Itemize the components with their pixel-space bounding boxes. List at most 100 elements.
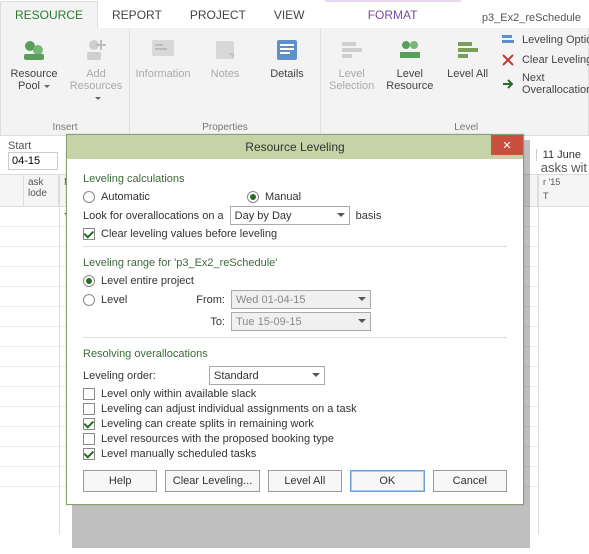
ribbon-group-properties: Information Notes Details Properties xyxy=(130,28,321,135)
level-resource-button[interactable]: Level Resource xyxy=(384,32,435,94)
leveling-options-button[interactable]: Leveling Options xyxy=(500,32,589,48)
information-label: Information xyxy=(135,68,190,80)
context-tool-group: GANTT CHART TOOLS FORMAT xyxy=(325,0,461,28)
col-task-mode[interactable]: ask lode xyxy=(24,175,59,206)
clear-leveling-button[interactable]: Clear Leveling xyxy=(500,52,589,68)
level-all-icon xyxy=(452,34,484,66)
level-all-dialog-button[interactable]: Level All xyxy=(268,470,342,492)
check-manual-label: Level manually scheduled tasks xyxy=(101,448,256,460)
information-icon xyxy=(147,34,179,66)
radio-automatic-label: Automatic xyxy=(101,191,241,203)
dialog-body: Leveling calculations Automatic Manual L… xyxy=(67,159,523,504)
section-calculations: Leveling calculations xyxy=(83,169,507,185)
add-resources-icon xyxy=(80,34,112,66)
tab-format[interactable]: FORMAT xyxy=(354,2,432,28)
check-splits[interactable] xyxy=(83,418,95,430)
check-slack[interactable] xyxy=(83,388,95,400)
level-selection-icon xyxy=(336,34,368,66)
details-icon xyxy=(271,34,303,66)
ribbon-tab-strip: RESOURCE REPORT PROJECT VIEW GANTT CHART… xyxy=(0,0,589,28)
start-label: Start xyxy=(8,140,58,152)
leveling-options-label: Leveling Options xyxy=(522,34,589,46)
overallocation-basis-select[interactable]: Day by Day xyxy=(230,206,350,225)
notes-button[interactable]: Notes xyxy=(198,32,252,82)
check-manual[interactable] xyxy=(83,448,95,460)
check-splits-label: Leveling can create splits in remaining … xyxy=(101,418,314,430)
level-resource-label: Level Resource xyxy=(386,68,433,92)
to-date-select[interactable]: Tue 15-09-15 xyxy=(231,312,371,331)
check-booking[interactable] xyxy=(83,433,95,445)
check-slack-label: Level only within available slack xyxy=(101,388,256,400)
ok-button[interactable]: OK xyxy=(350,470,424,492)
col-indicator xyxy=(0,175,24,206)
check-adjust[interactable] xyxy=(83,403,95,415)
notes-label: Notes xyxy=(211,68,240,80)
grid-left-pane: ask lode xyxy=(0,175,60,534)
dialog-title-bar[interactable]: Resource Leveling ✕ xyxy=(67,135,523,159)
help-button[interactable]: Help xyxy=(83,470,157,492)
tab-view[interactable]: VIEW xyxy=(260,2,319,28)
tab-project[interactable]: PROJECT xyxy=(176,2,260,28)
from-label: From: xyxy=(177,294,225,306)
radio-automatic[interactable] xyxy=(83,191,95,203)
from-date-value: Wed 01-04-15 xyxy=(236,294,306,306)
radio-manual[interactable] xyxy=(247,191,259,203)
chevron-down-icon xyxy=(358,297,366,305)
ribbon-body: Resource Pool Add Resources Insert Infor… xyxy=(0,28,589,136)
resource-pool-icon xyxy=(18,34,50,66)
group-title-insert: Insert xyxy=(7,122,123,133)
level-selection-button[interactable]: Level Selection xyxy=(327,32,376,94)
check-booking-label: Level resources with the proposed bookin… xyxy=(101,433,334,445)
resource-leveling-dialog: Resource Leveling ✕ Leveling calculation… xyxy=(66,134,524,505)
close-button[interactable]: ✕ xyxy=(491,135,523,155)
leveling-options-icon xyxy=(500,32,516,48)
project-name: p3_Ex2_reSchedule xyxy=(474,8,589,28)
resource-pool-button[interactable]: Resource Pool xyxy=(7,32,61,94)
group-title-level: Level xyxy=(327,122,589,133)
section-resolving: Resolving overallocations xyxy=(83,344,507,360)
tab-report[interactable]: REPORT xyxy=(98,2,176,28)
leveling-order-select[interactable]: Standard xyxy=(209,366,325,385)
add-resources-label: Add Resources xyxy=(70,68,123,104)
start-date-input[interactable] xyxy=(8,152,58,170)
resource-pool-label: Resource Pool xyxy=(9,68,59,92)
level-options-list: Leveling Options Clear Leveling Next Ove… xyxy=(500,32,589,96)
details-button[interactable]: Details xyxy=(260,32,314,82)
information-button[interactable]: Information xyxy=(136,32,190,82)
clear-leveling-dialog-button[interactable]: Clear Leveling... xyxy=(165,470,259,492)
right-clipped-text: asks wit xyxy=(541,160,587,175)
check-clear-values[interactable] xyxy=(83,228,95,240)
radio-manual-label: Manual xyxy=(265,191,301,203)
cancel-button[interactable]: Cancel xyxy=(433,470,507,492)
add-resources-button[interactable]: Add Resources xyxy=(69,32,123,106)
to-date-value: Tue 15-09-15 xyxy=(236,316,302,328)
close-icon: ✕ xyxy=(502,139,511,152)
chevron-down-icon xyxy=(312,373,320,381)
ribbon-group-level: Level Selection Level Resource Level All… xyxy=(321,28,589,135)
level-all-button[interactable]: Level All xyxy=(443,32,492,82)
leveling-order-value: Standard xyxy=(214,370,259,382)
radio-level-range[interactable] xyxy=(83,294,95,306)
check-adjust-label: Leveling can adjust individual assignmen… xyxy=(101,403,357,415)
next-overallocation-button[interactable]: Next Overallocation xyxy=(500,72,589,96)
next-overallocation-label: Next Overallocation xyxy=(522,72,589,96)
clear-leveling-label: Clear Leveling xyxy=(522,54,589,66)
from-date-select[interactable]: Wed 01-04-15 xyxy=(231,290,371,309)
dialog-button-row: Help Clear Leveling... Level All OK Canc… xyxy=(83,470,507,492)
dialog-title: Resource Leveling xyxy=(245,140,344,154)
level-all-label: Level All xyxy=(447,68,488,80)
tab-resource[interactable]: RESOURCE xyxy=(0,1,98,28)
next-overallocation-icon xyxy=(500,76,516,92)
chevron-down-icon xyxy=(358,319,366,327)
check-clear-values-label: Clear leveling values before leveling xyxy=(101,228,277,240)
leveling-order-label: Leveling order: xyxy=(83,370,203,382)
look-label: Look for overallocations on a xyxy=(83,210,224,222)
overallocation-basis-value: Day by Day xyxy=(235,210,292,222)
ribbon-group-insert: Resource Pool Add Resources Insert xyxy=(1,28,130,135)
radio-entire-project-label: Level entire project xyxy=(101,275,194,287)
radio-entire-project[interactable] xyxy=(83,275,95,287)
timescale-top: r '15 xyxy=(539,175,589,189)
to-label: To: xyxy=(177,316,225,328)
chevron-down-icon xyxy=(337,213,345,221)
level-resource-icon xyxy=(394,34,426,66)
